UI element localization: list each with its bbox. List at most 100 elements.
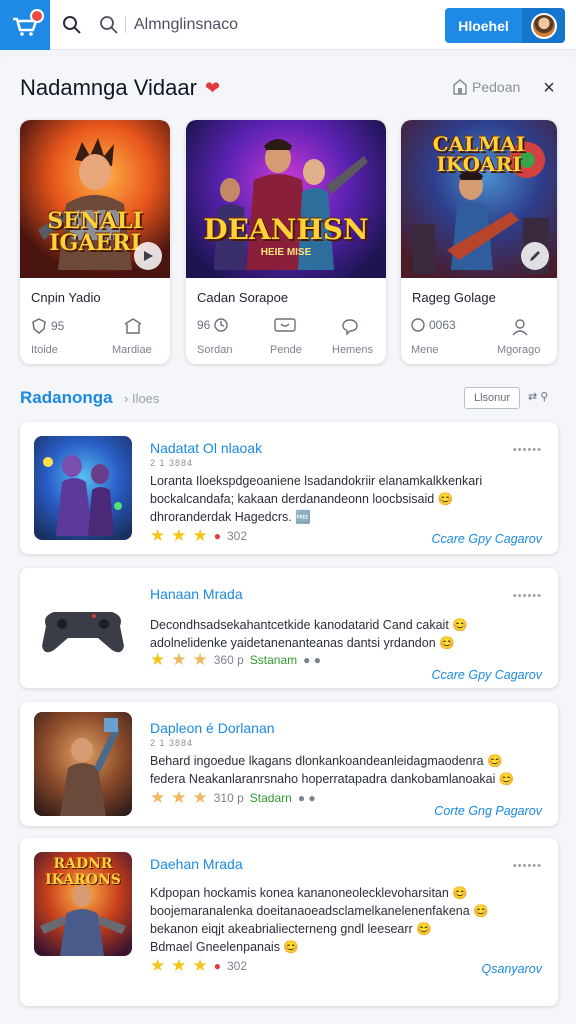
list-item[interactable]: Hanaan Mrada •••••• Decondhsadsekahantce…	[20, 568, 558, 688]
edit-icon[interactable]	[521, 242, 549, 270]
sort-icon[interactable]: ⇄ ⚲	[528, 390, 548, 403]
primary-action-button[interactable]: Hloehel	[445, 8, 522, 43]
rating: ★ ★ ★ 360 p Sstanam ● ●	[150, 650, 321, 670]
profile-button[interactable]	[522, 8, 565, 43]
description-line: boojemaranalenka doeitanaoeadsclamelkane…	[150, 904, 489, 918]
list-item[interactable]: RADNR IKARONS Daehan Mrada •••••• Kdpopan…	[20, 838, 558, 1006]
item-action-link[interactable]: Corte Gng Pagarov	[434, 804, 542, 818]
star-icon: ★	[192, 788, 208, 807]
more-icon[interactable]: ••••••	[513, 590, 542, 602]
stat: 96	[197, 318, 229, 332]
featured-card[interactable]: SENALI IGAERI Cnpin Yadio 95 Itoide Mard…	[20, 120, 170, 364]
play-icon[interactable]	[134, 242, 162, 270]
game-art: CALMAI IKOARI	[401, 120, 557, 278]
item-action-link[interactable]: Ccare Gpy Cagarov	[432, 532, 542, 546]
item-action-link[interactable]: Qsanyarov	[482, 962, 542, 976]
item-meta: 2 1 3884	[150, 458, 194, 468]
description-line: dhroranderdak Hagedcrs. 🆓	[150, 510, 311, 524]
item-description: Decondhsadsekahantcetkide kanodatarid Ca…	[150, 616, 538, 652]
circle-icon	[411, 318, 425, 332]
star-icon: ★	[192, 526, 208, 545]
status-label: Sstanam	[249, 653, 298, 667]
card-title: Cadan Sorapoe	[197, 290, 289, 305]
description-line: Bdmael Gneelenpanais 😊	[150, 940, 299, 954]
search-icon[interactable]	[62, 15, 82, 35]
featured-card[interactable]: CALMAI IKOARI Rageg Golage 0063 Mene Mgo…	[401, 120, 557, 364]
character-illustration	[43, 455, 122, 536]
star-icon: ★	[171, 956, 187, 975]
thumbnail-logo: RADNR IKARONS	[45, 856, 121, 888]
controller-thumbnail	[34, 576, 132, 680]
breadcrumb[interactable]: › Iloes	[124, 391, 159, 406]
game-art: DEANHSN HEIE MISE	[186, 120, 386, 278]
game-thumbnail	[34, 712, 132, 816]
art-subtitle: HEIE MISE	[260, 247, 312, 258]
divider	[125, 17, 126, 33]
game-art: SENALI IGAERI	[20, 120, 170, 278]
game-thumbnail: RADNR IKARONS	[34, 852, 132, 956]
search-icon-alt[interactable]	[99, 15, 119, 35]
item-description: Loranta Iloekspdgeoaniene lsadandokriir …	[150, 472, 538, 526]
side-link-label: Pedoan	[472, 79, 521, 95]
status-label: Stadarn	[249, 791, 292, 805]
gamepad-icon	[42, 612, 124, 653]
star-icon: ★	[150, 650, 166, 669]
info-icon: ● ●	[297, 791, 316, 805]
item-title: Daehan Mrada	[150, 856, 243, 872]
info-icon: ● ●	[303, 653, 321, 667]
stat	[274, 318, 296, 334]
list-item[interactable]: Dapleon é Dorlanan 2 1 3884 Behard ingoe…	[20, 702, 558, 826]
search-input[interactable]	[134, 12, 424, 38]
side-link[interactable]: Pedoan	[453, 79, 520, 95]
stat-label: Mgorago	[497, 344, 541, 356]
more-icon[interactable]: ••••••	[513, 860, 542, 872]
filter-chip[interactable]: Llsonur	[464, 387, 520, 409]
star-icon: ★	[192, 650, 208, 669]
section-title: Nadamnga Vidaar	[20, 75, 197, 100]
stat	[511, 318, 529, 336]
heart-icon: ●	[213, 529, 221, 543]
more-icon[interactable]: ••••••	[513, 444, 542, 456]
stat-label: Mardiae	[112, 344, 152, 356]
description-line: Behard ingoedue lkagans dlonkankoandeanl…	[150, 754, 503, 768]
stat-label: Itoide	[31, 344, 58, 356]
user-icon	[512, 319, 528, 336]
rating: ★ ★ ★ ● 302	[150, 956, 247, 976]
stat	[341, 318, 359, 336]
rating: ★ ★ ★ 310 p Stadarn ● ●	[150, 788, 316, 808]
description-line: Kdpopan hockamis konea kananoneolecklevo…	[150, 886, 468, 900]
breadcrumb-label: Iloes	[131, 391, 160, 406]
star-icon: ★	[150, 956, 166, 975]
list-item[interactable]: Nadatat Ol nlaoak 2 1 3884 •••••• Lorant…	[20, 422, 558, 554]
bubble-icon	[342, 319, 358, 336]
stat-value: 95	[51, 319, 65, 333]
section-heading: Nadamnga Vidaar ❤	[20, 75, 220, 101]
stat-label: Mene	[411, 344, 439, 356]
item-meta: 2 1 3884	[150, 738, 194, 748]
item-title: Nadatat Ol nlaoak	[150, 440, 263, 456]
subsection-title: Radanonga	[20, 388, 113, 407]
heart-icon: ●	[213, 959, 221, 973]
store-icon	[124, 318, 142, 334]
notification-badge	[30, 9, 44, 23]
rating-count: 310 p	[213, 791, 244, 805]
top-bar: Hloehel	[0, 0, 576, 50]
description-line: bekanon eiqjt akeabrialiecterneng gndl l…	[150, 922, 432, 936]
rating-count: 302	[227, 959, 248, 973]
item-title: Hanaan Mrada	[150, 586, 243, 602]
star-icon: ★	[171, 526, 187, 545]
game-thumbnail	[34, 436, 132, 540]
description-line: bockalcandafa; kakaan derdanandeonn looc…	[150, 492, 454, 506]
stat-label: Sordan	[197, 344, 233, 356]
close-icon[interactable]: ×	[539, 78, 559, 98]
basket-icon[interactable]	[0, 0, 50, 50]
star-icon: ★	[192, 956, 208, 975]
star-icon: ★	[150, 788, 166, 807]
character-illustration	[60, 718, 120, 816]
featured-card[interactable]: DEANHSN HEIE MISE Cadan Sorapoe 96 Sorda…	[186, 120, 386, 364]
heart-icon[interactable]: ❤	[205, 78, 220, 99]
item-action-link[interactable]: Ccare Gpy Cagarov	[432, 668, 542, 682]
stat-label: Hemens	[332, 344, 373, 356]
clock-icon	[214, 318, 229, 332]
card-title: Cnpin Yadio	[31, 290, 101, 305]
